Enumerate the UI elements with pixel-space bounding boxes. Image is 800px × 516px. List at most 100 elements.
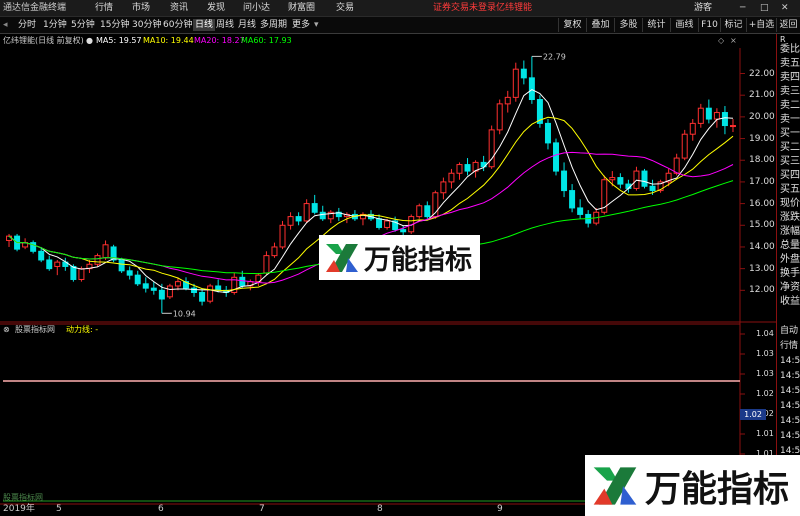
brand-logo-icon: [326, 243, 358, 272]
ma-toggle-icon[interactable]: ●: [86, 35, 93, 47]
menu-ask[interactable]: 问小达: [243, 2, 270, 14]
menu-wealth[interactable]: 财富圈: [288, 2, 315, 14]
candle-body: [577, 207, 584, 215]
side-item[interactable]: 换手: [780, 268, 800, 280]
draw-button[interactable]: 画线: [670, 18, 698, 32]
menu-quotes[interactable]: 行情: [95, 2, 113, 14]
candle-body: [553, 142, 560, 172]
candle-body: [46, 259, 53, 270]
candle-body: [126, 270, 133, 276]
tab-minute[interactable]: 分时: [18, 19, 36, 31]
price-tick: 18.00: [749, 155, 775, 166]
back-icon[interactable]: ◂: [3, 19, 8, 31]
candle-body: [424, 205, 431, 218]
app-window: 通达信金融终端 行情 市场 资讯 发现 问小达 财富圈 交易 证券交易未登录 亿…: [0, 0, 800, 516]
side-item[interactable]: 委比: [780, 44, 800, 56]
mark-button[interactable]: 标记: [720, 18, 746, 32]
candle-body: [496, 103, 503, 131]
f10-button[interactable]: F10: [698, 18, 720, 32]
multi-stock-button[interactable]: 多股: [614, 18, 642, 32]
current-value-badge: 1.02: [740, 409, 766, 420]
tab-60min[interactable]: 60分钟: [163, 19, 192, 31]
statistics-button[interactable]: 统计: [642, 18, 670, 32]
side-item[interactable]: 外盘: [780, 254, 800, 266]
candle: [488, 125, 495, 169]
side-item[interactable]: 买四: [780, 170, 800, 182]
side-item[interactable]: 涨跌: [780, 212, 800, 224]
price-tick: 16.00: [749, 198, 775, 209]
add-watchlist-button[interactable]: +自选: [746, 18, 776, 32]
title-bar: 通达信金融终端 行情 市场 资讯 发现 问小达 财富圈 交易 证券交易未登录 亿…: [0, 0, 800, 17]
price-tick: 19.00: [749, 133, 775, 144]
app-title: 通达信金融终端: [3, 3, 67, 13]
candle-body: [681, 133, 688, 159]
candle-body: [376, 218, 383, 228]
indicator-tick: 1.03: [756, 349, 774, 358]
minimize-button[interactable]: ─: [740, 2, 745, 14]
user-label[interactable]: 游客: [694, 2, 712, 14]
side-item[interactable]: 收益: [780, 296, 800, 308]
period-toolbar: ◂ 分时 1分钟 5分钟 15分钟 30分钟 60分钟 日线 周线 月线 多周期…: [0, 17, 800, 34]
candle-body: [649, 185, 656, 192]
candle-body: [166, 285, 173, 298]
side-item[interactable]: 卖三: [780, 86, 800, 98]
candle: [416, 203, 423, 219]
x-label-8: 8: [377, 504, 383, 514]
candle-body: [70, 265, 77, 280]
stock-label: 亿纬锂能(日线 前复权): [3, 36, 84, 45]
tab-1min[interactable]: 1分钟: [43, 19, 67, 31]
tab-15min[interactable]: 15分钟: [100, 19, 129, 31]
tab-5min[interactable]: 5分钟: [71, 19, 95, 31]
candle-body: [384, 220, 391, 228]
return-button[interactable]: 返回: [776, 18, 800, 32]
candle-body: [311, 203, 318, 213]
candle-body: [697, 107, 704, 124]
login-notice[interactable]: 证券交易未登录: [433, 2, 496, 14]
close-button[interactable]: ✕: [781, 2, 789, 14]
menu-discover[interactable]: 发现: [207, 2, 225, 14]
side-item[interactable]: 涨幅: [780, 226, 800, 238]
side-item[interactable]: 买二: [780, 142, 800, 154]
adjust-button[interactable]: 复权: [558, 18, 586, 32]
watermark-text: 万能指标: [364, 245, 472, 276]
side-item[interactable]: 净资: [780, 282, 800, 294]
svg-text:10.94: 10.94: [173, 309, 196, 318]
tab-30min[interactable]: 30分钟: [132, 19, 161, 31]
indicator-tick: 1.03: [756, 369, 774, 378]
side-item[interactable]: 卖二: [780, 100, 800, 112]
price-tick: 15.00: [749, 220, 775, 231]
price-tick: 17.00: [749, 176, 775, 187]
tab-multi-period[interactable]: 多周期: [260, 19, 287, 31]
side-item[interactable]: 买三: [780, 156, 800, 168]
tab-more[interactable]: 更多: [292, 19, 310, 31]
candle-body: [118, 259, 125, 272]
side-item[interactable]: 现价: [780, 198, 800, 210]
indicator-tick: 1.02: [756, 389, 774, 398]
indicator-close-icon[interactable]: ⊗: [3, 324, 10, 336]
menu-market[interactable]: 市场: [132, 2, 150, 14]
indicator-name[interactable]: 股票指标网: [15, 324, 55, 336]
maximize-button[interactable]: □: [760, 2, 769, 14]
side-item[interactable]: 买五: [780, 184, 800, 196]
menu-trade[interactable]: 交易: [336, 2, 354, 14]
side-item[interactable]: 买一: [780, 128, 800, 140]
tab-weekly[interactable]: 周线: [216, 19, 234, 31]
overlay-button[interactable]: 叠加: [586, 18, 614, 32]
candle-body: [134, 274, 141, 285]
tab-daily[interactable]: 日线: [193, 19, 216, 31]
side-item[interactable]: 总量: [780, 240, 800, 252]
price-tick: 20.00: [749, 111, 775, 122]
candle-body: [504, 96, 511, 105]
side-item[interactable]: 卖四: [780, 72, 800, 84]
candle-body: [303, 203, 310, 222]
menu-news[interactable]: 资讯: [170, 2, 188, 14]
chevron-down-icon[interactable]: ▾: [314, 19, 319, 31]
candle-body: [150, 287, 157, 291]
settings-icon[interactable]: ◇: [718, 35, 724, 47]
side-time: 14:58: [780, 416, 800, 426]
tab-monthly[interactable]: 月线: [238, 19, 256, 31]
candle-body: [512, 68, 519, 98]
close-icon[interactable]: ×: [730, 35, 737, 47]
side-item[interactable]: 卖五: [780, 58, 800, 70]
side-item[interactable]: 卖一: [780, 114, 800, 126]
